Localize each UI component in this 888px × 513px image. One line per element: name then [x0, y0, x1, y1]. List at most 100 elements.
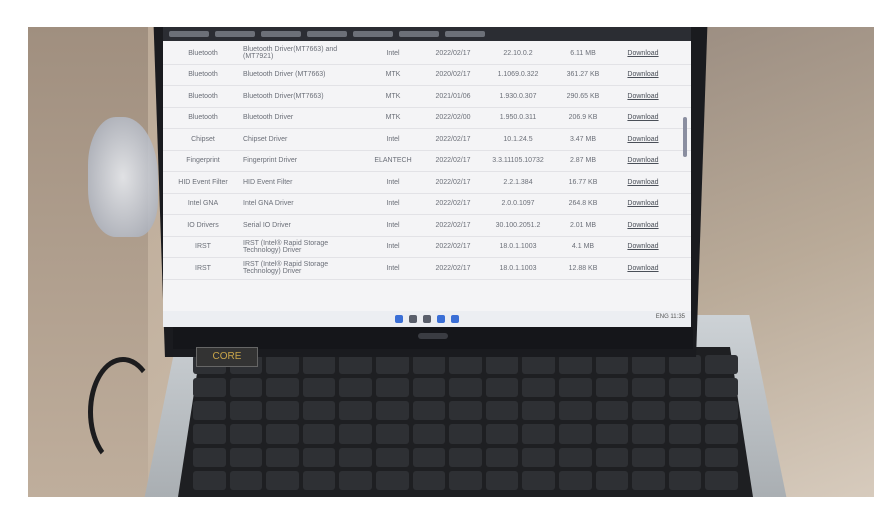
download-link[interactable]: Download: [613, 243, 673, 250]
table-cell-description: Intel GNA Driver: [243, 200, 294, 208]
table-cell-version: 30.100.2051.2: [495, 221, 541, 229]
taskview-icon[interactable]: [423, 315, 431, 323]
table-cell-size: 290.65 KB: [566, 92, 600, 100]
table-cell-date: 2022/02/17: [435, 178, 471, 186]
table-cell-size: 6.11 MB: [570, 49, 596, 57]
table-cell-date: 2022/02/17: [435, 135, 471, 143]
download-link[interactable]: Download: [613, 136, 673, 143]
table-row: Fingerprint Fingerprint Driver ELANTECH 202…: [163, 151, 691, 172]
table-cell-size: 2.87 MB: [569, 157, 597, 165]
table-cell-description: Fingerprint Driver: [243, 157, 298, 165]
table-cell-vendor: MTK: [385, 71, 401, 79]
table-cell-version: 1.950.0.311: [499, 114, 537, 122]
table-row: IRST IRST (Intel® Rapid Storage Technolog…: [163, 258, 691, 280]
table-cell-category: Fingerprint: [186, 157, 220, 165]
download-link[interactable]: Download: [613, 179, 673, 186]
table-cell-vendor: ELANTECH: [374, 157, 412, 165]
laptop-photo: CORE Bluetooth Bluetooth Driver(MT7663) a…: [28, 27, 874, 497]
scrollbar[interactable]: [683, 117, 687, 157]
table-cell-date: 2022/02/17: [435, 200, 471, 208]
download-link[interactable]: Download: [613, 265, 673, 272]
download-link[interactable]: Download: [613, 50, 673, 57]
table-cell-version: 22.10.0.2: [503, 49, 533, 57]
table-cell-vendor: Intel: [386, 221, 400, 229]
table-cell-date: 2022/02/17: [435, 264, 471, 272]
laptop-logo: [418, 333, 448, 339]
table-cell-description: Bluetooth Driver (MT7663): [243, 71, 326, 79]
cpu-sticker: CORE: [196, 347, 258, 367]
table-cell-vendor: MTK: [385, 114, 401, 122]
keyboard-keys: [193, 355, 738, 490]
table-cell-category: Chipset: [191, 135, 215, 143]
table-row: HID Event Filter HID Event Filter Intel 202…: [163, 172, 691, 194]
table-cell-vendor: MTK: [385, 92, 401, 100]
table-cell-category: Intel GNA: [187, 200, 219, 208]
table-cell-description: IRST (Intel® Rapid Storage Technology) D…: [243, 239, 329, 254]
table-cell-vendor: Intel: [386, 243, 400, 251]
cable: [88, 357, 158, 467]
system-tray-time: ENG 11:35: [655, 314, 685, 320]
table-cell-size: 264.8 KB: [568, 200, 598, 208]
table-cell-size: 2.01 MB: [569, 221, 597, 229]
table-cell-category: IO Drivers: [187, 221, 219, 229]
cloth-bag: [88, 117, 158, 237]
laptop-screen: Bluetooth Bluetooth Driver(MT7663) and (M…: [163, 27, 691, 327]
table-cell-version: 2.2.1.384: [503, 178, 533, 186]
table-cell-size: 3.47 MB: [569, 135, 597, 143]
table-row: Bluetooth Bluetooth Driver(MT7663) and (M…: [163, 43, 691, 65]
driver-table: Bluetooth Bluetooth Driver(MT7663) and (M…: [163, 43, 691, 280]
table-cell-size: 4.1 MB: [571, 243, 595, 251]
table-cell-category: IRST: [195, 264, 211, 272]
table-cell-date: 2022/02/17: [435, 243, 471, 251]
table-cell-version: 10.1.24.5: [503, 135, 533, 143]
table-cell-category: Bluetooth: [188, 114, 218, 122]
download-link[interactable]: Download: [613, 200, 673, 207]
download-link[interactable]: Download: [613, 71, 673, 78]
table-cell-version: 18.0.1.1003: [499, 243, 537, 251]
table-cell-category: Bluetooth: [188, 49, 218, 57]
table-cell-description: Chipset Driver: [243, 135, 288, 143]
table-cell-category: IRST: [195, 243, 211, 251]
table-row: Bluetooth Bluetooth Driver MTK 2022/02/00 1.…: [163, 108, 691, 129]
table-cell-vendor: Intel: [386, 178, 400, 186]
table-cell-size: 361.27 KB: [566, 71, 600, 79]
search-icon[interactable]: [409, 315, 417, 323]
table-cell-description: Serial IO Driver: [243, 221, 291, 229]
table-cell-version: 1.930.0.307: [499, 92, 537, 100]
table-cell-description: Bluetooth Driver(MT7663) and (MT7921): [243, 46, 338, 61]
table-cell-description: HID Event Filter: [243, 178, 293, 186]
table-cell-category: Bluetooth: [188, 92, 218, 100]
table-cell-date: 2022/02/00: [435, 114, 471, 122]
table-row: Intel GNA Intel GNA Driver Intel 2022/02/17…: [163, 194, 691, 215]
taskbar: ENG 11:35: [163, 311, 691, 327]
table-row: Bluetooth Bluetooth Driver(MT7663) MTK 2021…: [163, 86, 691, 108]
download-link[interactable]: Download: [613, 222, 673, 229]
table-cell-date: 2022/02/17: [435, 221, 471, 229]
table-cell-description: Bluetooth Driver: [243, 114, 294, 122]
download-link[interactable]: Download: [613, 157, 673, 164]
table-cell-version: 3.3.11105.10732: [492, 157, 544, 165]
table-cell-vendor: Intel: [386, 200, 400, 208]
table-cell-size: 206.9 KB: [568, 114, 598, 122]
photo-frame: CORE Bluetooth Bluetooth Driver(MT7663) a…: [0, 0, 888, 513]
table-cell-version: 1.1069.0.322: [497, 71, 539, 79]
table-cell-description: IRST (Intel® Rapid Storage Technology) D…: [243, 261, 329, 276]
browser-icon[interactable]: [451, 315, 459, 323]
table-cell-date: 2022/02/17: [435, 49, 471, 57]
table-cell-size: 16.77 KB: [568, 178, 598, 186]
table-cell-vendor: Intel: [386, 49, 400, 57]
table-row: IO Drivers Serial IO Driver Intel 2022/02/1…: [163, 215, 691, 237]
windows-icon[interactable]: [395, 315, 403, 323]
browser-bookmarks-bar: [163, 27, 691, 41]
table-cell-vendor: Intel: [386, 135, 400, 143]
table-row: Chipset Chipset Driver Intel 2022/02/17 10.1…: [163, 129, 691, 151]
table-cell-version: 18.0.1.1003: [499, 264, 537, 272]
table-cell-size: 12.88 KB: [568, 264, 598, 272]
table-row: IRST IRST (Intel® Rapid Storage Technolog…: [163, 237, 691, 258]
table-cell-description: Bluetooth Driver(MT7663): [243, 92, 324, 100]
table-cell-version: 2.0.0.1097: [501, 200, 535, 208]
table-row: Bluetooth Bluetooth Driver (MT7663) MTK 202…: [163, 65, 691, 86]
explorer-icon[interactable]: [437, 315, 445, 323]
download-link[interactable]: Download: [613, 114, 673, 121]
download-link[interactable]: Download: [613, 93, 673, 100]
